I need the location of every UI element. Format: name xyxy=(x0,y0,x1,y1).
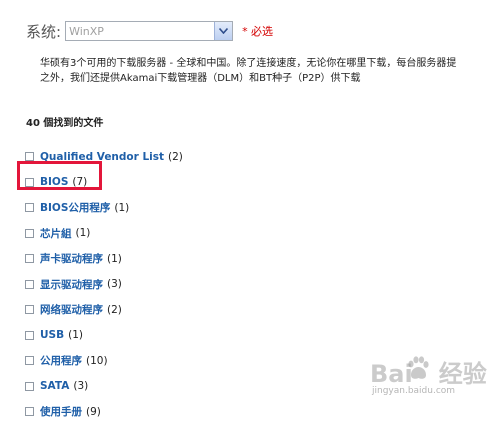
intro-text: 华硕有3个可用的下载服务器 - 全球和中国。除了连接速度，无论你在哪里下载，每台… xyxy=(40,56,498,86)
highlight-annotation-box xyxy=(17,161,102,190)
category-count: (1) xyxy=(114,201,130,214)
list-item[interactable]: 使用手册 (9) xyxy=(25,399,183,425)
category-link[interactable]: USB xyxy=(40,329,64,341)
category-count: (2) xyxy=(107,303,122,316)
paw-icon xyxy=(406,356,430,386)
chevron-down-icon[interactable] xyxy=(214,22,233,40)
list-item[interactable]: SATA (3) xyxy=(25,374,183,400)
category-checkbox[interactable] xyxy=(25,254,34,264)
list-item[interactable]: 显示驱动程序 (3) xyxy=(25,272,183,298)
category-count: (3) xyxy=(73,380,89,393)
category-link[interactable]: 芯片組 xyxy=(40,226,72,241)
category-link[interactable]: 使用手册 xyxy=(40,404,82,419)
watermark: Bai 经验 jingyan.baidu.com xyxy=(362,352,492,404)
os-select-value: WinXP xyxy=(69,24,104,38)
category-count: (1) xyxy=(107,252,122,265)
category-count: (10) xyxy=(86,354,108,367)
category-count: (1) xyxy=(68,329,83,342)
list-item[interactable]: BIOS公用程序 (1) xyxy=(25,195,183,221)
watermark-url: jingyan.baidu.com xyxy=(372,386,456,396)
os-select[interactable]: WinXP xyxy=(65,21,234,41)
os-label: 系统: xyxy=(26,22,62,41)
category-checkbox[interactable] xyxy=(25,152,34,162)
category-count: (3) xyxy=(107,278,122,291)
category-checkbox[interactable] xyxy=(25,356,34,366)
category-link[interactable]: 网络驱动程序 xyxy=(40,302,103,317)
results-count-title: 40 個找到的文件 xyxy=(26,118,104,129)
os-filter-row: 系统: WinXP * 必选 xyxy=(26,20,273,42)
list-item[interactable]: 网络驱动程序 (2) xyxy=(25,297,183,323)
category-count: (1) xyxy=(75,227,91,240)
category-link[interactable]: 显示驱动程序 xyxy=(40,277,103,292)
category-link[interactable]: 声卡驱动程序 xyxy=(40,251,103,266)
intro-line-2: 之外，我们还提供Akamai下载管理器（DLM）和BT种子（P2P）供下载 xyxy=(40,73,361,84)
required-note: * 必选 xyxy=(242,25,274,38)
intro-line-1: 华硕有3个可用的下载服务器 - 全球和中国。除了连接速度，无论你在哪里下载，每台… xyxy=(40,58,457,69)
category-count: (2) xyxy=(168,150,183,163)
list-item[interactable]: 公用程序 (10) xyxy=(25,348,183,374)
category-checkbox[interactable] xyxy=(25,203,34,213)
category-link[interactable]: 公用程序 xyxy=(40,353,82,368)
category-checkbox[interactable] xyxy=(25,381,34,391)
list-item[interactable]: 芯片組 (1) xyxy=(25,221,183,247)
category-link[interactable]: BIOS公用程序 xyxy=(40,200,110,215)
category-checkbox[interactable] xyxy=(25,330,34,340)
category-checkbox[interactable] xyxy=(25,305,34,315)
category-count: (9) xyxy=(86,405,101,418)
category-checkbox[interactable] xyxy=(25,228,34,238)
category-checkbox[interactable] xyxy=(25,279,34,289)
category-link[interactable]: SATA xyxy=(40,380,69,392)
list-item[interactable]: USB (1) xyxy=(25,323,183,349)
list-item[interactable]: 声卡驱动程序 (1) xyxy=(25,246,183,272)
category-checkbox[interactable] xyxy=(25,407,34,417)
